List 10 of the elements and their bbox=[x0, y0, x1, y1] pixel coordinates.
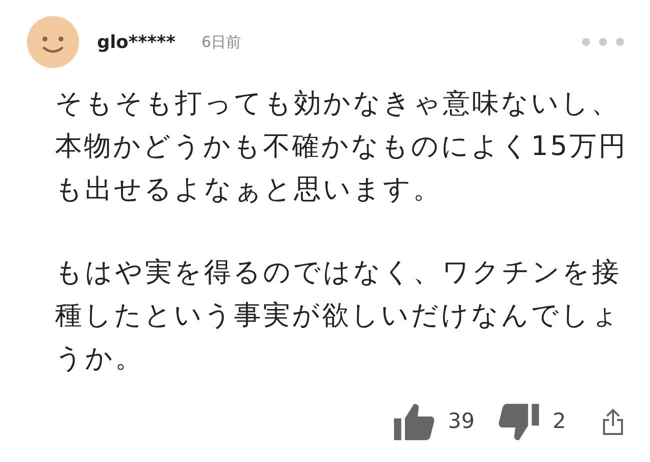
share-icon[interactable] bbox=[602, 408, 624, 436]
thumbs-down-icon[interactable] bbox=[496, 402, 541, 442]
comment-paragraph: そもそも打っても効かなきゃ意味ないし、本物かどうかも不確かなものによく15万円も出せるよなぁと思います。 bbox=[55, 87, 628, 207]
like-count: 39 bbox=[448, 408, 475, 436]
username[interactable]: glo***** bbox=[97, 28, 176, 56]
avatar-icon bbox=[27, 16, 79, 68]
thumbs-up-icon[interactable] bbox=[392, 402, 436, 442]
dislike-count: 2 bbox=[552, 408, 566, 436]
comment-paragraph: もはや実を得るのではなく、ワクチンを接種したという事実が欲しいだけなんでしょうか。 bbox=[55, 256, 622, 376]
post-time: 6日前 bbox=[202, 32, 242, 53]
